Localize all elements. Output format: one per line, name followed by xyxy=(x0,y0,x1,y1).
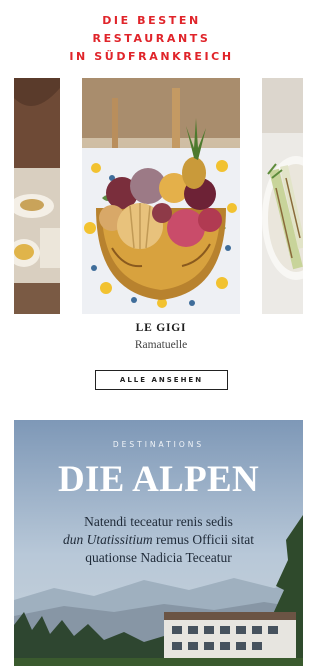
description-line-1: Natendi teceatur renis sedis xyxy=(84,514,233,529)
headline-line-1: DIE BESTEN xyxy=(102,14,201,27)
destination-teaser[interactable]: DESTINATIONS DIE ALPEN Natendi teceatur … xyxy=(14,420,303,666)
destination-eyebrow: DESTINATIONS xyxy=(112,440,205,449)
destination-title[interactable]: DIE ALPEN xyxy=(14,458,303,502)
destination-description: Natendi teceatur renis sedis dun Utatiss… xyxy=(38,513,279,567)
see-all-button[interactable]: ALLE ANSEHEN xyxy=(95,370,228,390)
grilled-fennel-image xyxy=(262,78,303,314)
section-headline: DIE BESTEN RESTAURANTS IN SÜDFRANKREICH xyxy=(0,12,303,66)
restaurant-name[interactable]: LE GIGI xyxy=(82,322,240,334)
active-restaurant-caption: LE GIGI Ramatuelle xyxy=(82,322,240,351)
carousel-slide-active[interactable] xyxy=(82,78,240,314)
carousel-slide-next[interactable] xyxy=(262,78,303,314)
headline-line-2: RESTAURANTS xyxy=(92,32,211,45)
description-italic-part: dun Utatissitium xyxy=(63,532,153,547)
description-line-2: dun Utatissitium remus Officii sitat xyxy=(38,531,279,549)
restaurant-table-image xyxy=(14,78,60,314)
description-line-2-rest: remus Officii sitat xyxy=(152,532,254,547)
headline-line-3: IN SÜDFRANKREICH xyxy=(69,50,234,63)
restaurants-section: DIE BESTEN RESTAURANTS IN SÜDFRANKREICH xyxy=(0,0,303,420)
description-line-3: quationse Nadicia Teceatur xyxy=(85,550,232,565)
carousel-slide-previous[interactable] xyxy=(14,78,60,314)
restaurant-carousel[interactable] xyxy=(0,78,303,314)
figs-bowl-image xyxy=(82,78,240,314)
restaurant-location: Ramatuelle xyxy=(134,339,188,351)
